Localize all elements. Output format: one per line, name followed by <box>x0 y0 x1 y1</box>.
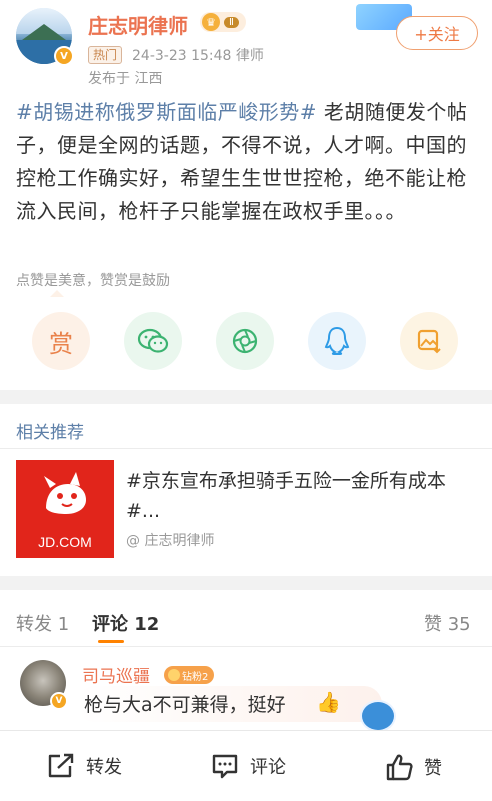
reward-hint-pointer <box>50 290 64 297</box>
divider <box>0 448 492 449</box>
related-item-author: @ 庄志明律师 <box>126 533 215 549</box>
section-divider <box>0 576 492 590</box>
share-wechat-button[interactable] <box>124 312 182 370</box>
commenter-name[interactable]: 司马巡疆 <box>82 662 150 687</box>
fan-badge[interactable]: 钻粉2 <box>164 666 215 684</box>
post-location: 发布于 江西 <box>88 71 163 87</box>
post-time-source: 24-3-23 15:48 律师 <box>132 48 264 64</box>
topic-link[interactable]: #胡锡进称俄罗斯面临严峻形势# <box>16 100 317 124</box>
comment-icon <box>212 754 238 779</box>
share-qq-button[interactable] <box>308 312 366 370</box>
repost-icon <box>48 753 74 778</box>
tab-likes[interactable]: 赞 35 <box>424 610 471 636</box>
fan-badge-icon <box>168 669 180 681</box>
author-name[interactable]: 庄志明律师 <box>88 10 188 39</box>
related-item-text[interactable]: #京东宣布承担骑手五险一金所有成本#... <box>126 466 476 526</box>
verified-icon: V <box>54 46 74 66</box>
fan-badge-label: 钻粉2 <box>182 671 209 683</box>
tab-comments[interactable]: 评论 12 <box>92 610 159 636</box>
member-level: Ⅱ <box>224 16 239 28</box>
follow-button[interactable]: +关注 <box>396 16 478 50</box>
crown-icon: ♛ <box>202 13 220 31</box>
share-moments-button[interactable] <box>216 312 274 370</box>
thumbs-up-icon <box>386 754 413 781</box>
member-level-badge[interactable]: ♛ Ⅱ <box>200 12 246 32</box>
tab-repost[interactable]: 转发 1 <box>16 610 69 636</box>
save-image-button[interactable] <box>400 312 458 370</box>
verified-icon: V <box>50 692 68 710</box>
post-content: #胡锡进称俄罗斯面临严峻形势# 老胡随便发个帖子，便是全网的话题，不得不说，人才… <box>16 96 478 228</box>
repost-button[interactable]: 转发 <box>46 752 122 780</box>
reward-button[interactable]: 赏 <box>32 312 90 370</box>
wechat-icon <box>137 328 169 353</box>
section-divider <box>0 390 492 404</box>
moments-icon <box>232 328 258 354</box>
comment-text[interactable]: 枪与大a不可兼得，挺好 <box>84 690 286 717</box>
active-tab-indicator <box>98 640 124 643</box>
qq-icon <box>324 326 350 355</box>
hot-tag: 热门 <box>88 46 123 64</box>
like-button[interactable]: 赞 <box>384 752 442 782</box>
related-title: 相关推荐 <box>16 423 84 443</box>
mascot-icon <box>360 700 396 732</box>
reward-icon: 赏 <box>49 329 73 358</box>
comment-label: 评论 <box>250 757 286 778</box>
comment-button[interactable]: 评论 <box>210 752 286 780</box>
save-image-icon <box>417 329 441 354</box>
like-label: 赞 <box>424 758 442 779</box>
thumbs-up-emoji: 👍 <box>316 690 341 714</box>
reward-hint: 点赞是美意，赞赏是鼓励 <box>16 273 170 289</box>
divider <box>0 646 492 647</box>
jd-logo-text: JD.COM <box>38 534 92 550</box>
jd-dog-icon <box>44 472 86 514</box>
repost-label: 转发 <box>86 757 122 778</box>
